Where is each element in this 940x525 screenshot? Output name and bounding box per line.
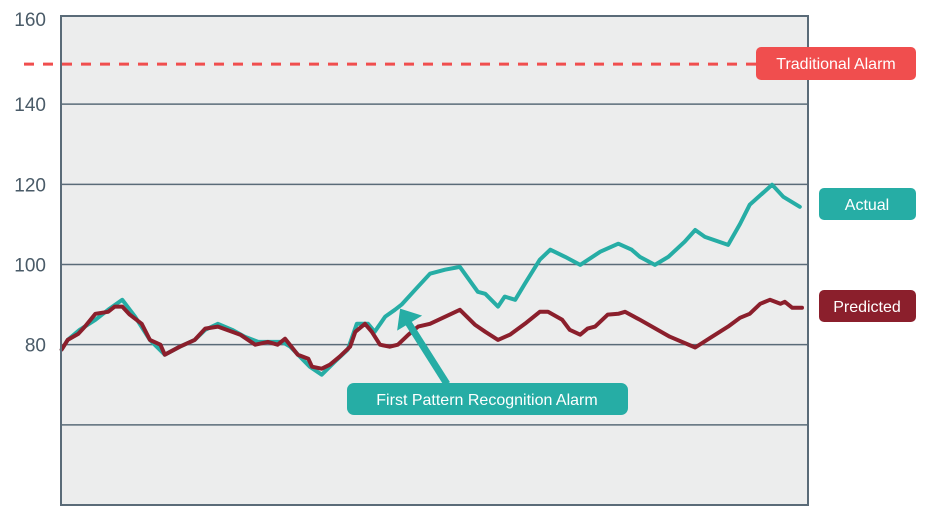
traditional-alarm-text: Traditional Alarm <box>776 56 895 73</box>
y-tick-label: 120 <box>14 175 46 196</box>
y-tick-label: 100 <box>14 256 46 277</box>
legend-predicted: Predicted <box>819 290 916 322</box>
y-tick-label: 140 <box>14 95 46 116</box>
legend-predicted-text: Predicted <box>833 299 901 316</box>
annotation-text: First Pattern Recognition Alarm <box>376 392 597 409</box>
y-axis-ticks: 160 140 120 100 80 <box>14 10 46 357</box>
chart: 16014012010080 Traditional Alarm Actual … <box>14 10 916 506</box>
traditional-alarm-label: Traditional Alarm <box>756 47 916 80</box>
y-tick-label: 80 <box>25 336 46 357</box>
plot-area <box>61 16 808 505</box>
legend-actual: Actual <box>819 188 916 220</box>
annotation-label: First Pattern Recognition Alarm <box>347 383 628 415</box>
legend-actual-text: Actual <box>845 197 889 214</box>
y-tick-label: 160 <box>14 10 46 31</box>
